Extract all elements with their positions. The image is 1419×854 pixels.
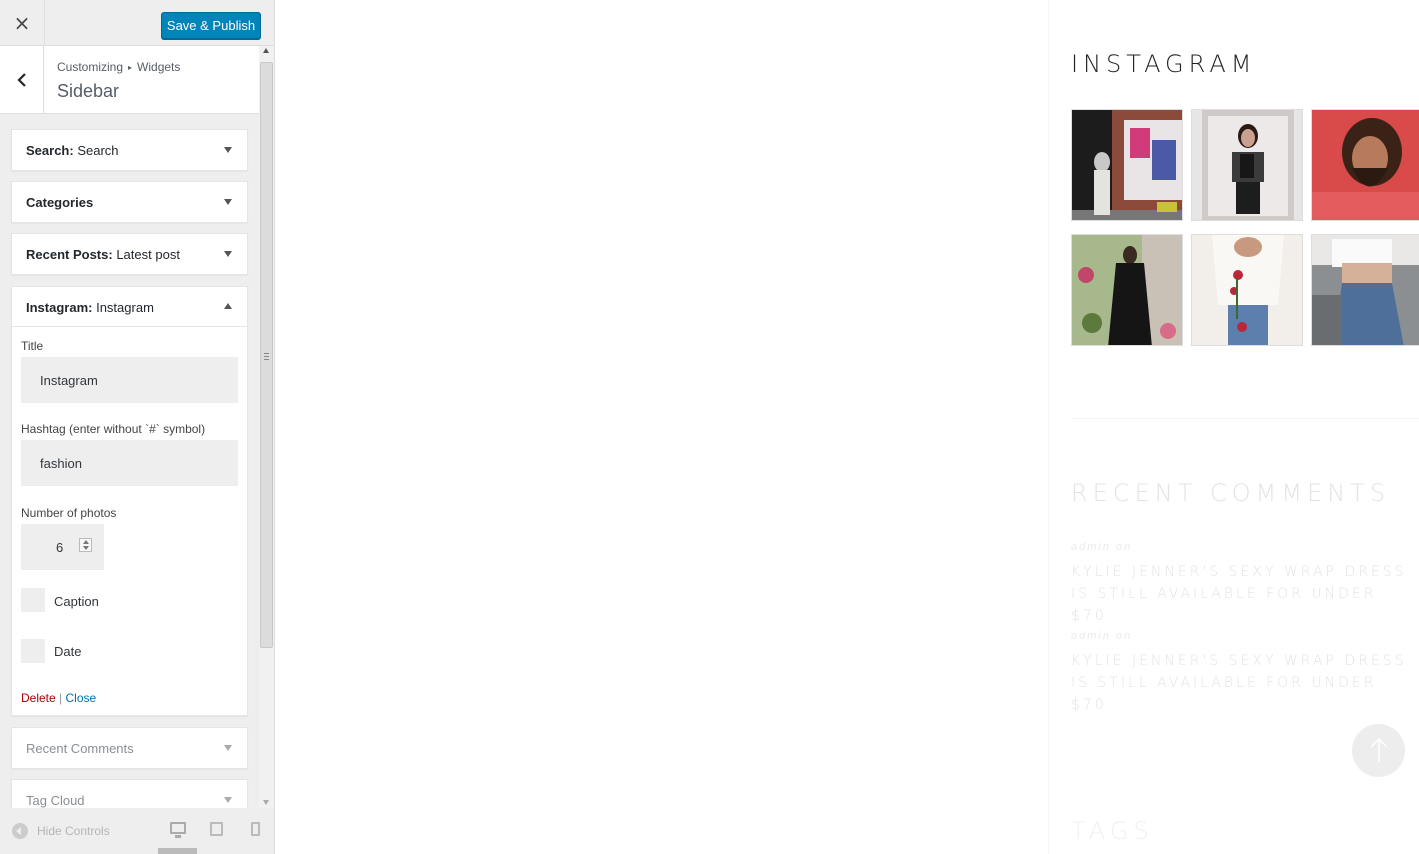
widget-categories-header[interactable]: Categories — [12, 182, 247, 222]
comment-link[interactable]: KYLIE JENNER'S SEXY WRAP DRESS IS STILL … — [1071, 650, 1411, 716]
chevron-left-icon — [16, 72, 26, 87]
hashtag-label: Hashtag (enter without `#` symbol) — [21, 422, 206, 436]
hide-controls-button[interactable]: Hide Controls — [37, 824, 110, 838]
tags-title: TAGS — [1071, 817, 1154, 845]
caption-checkbox[interactable] — [21, 588, 45, 612]
widget-recent-posts-header[interactable]: Recent Posts: Latest post — [12, 234, 247, 274]
widget-type: Instagram: — [26, 300, 93, 315]
collapse-arrow-icon[interactable] — [224, 303, 232, 309]
number-stepper[interactable] — [79, 538, 92, 552]
instagram-photo-1[interactable] — [1071, 109, 1183, 221]
widget-type: Recent Posts: — [26, 247, 113, 262]
widget-instagram: Instagram: Instagram Title Hashtag (ente… — [11, 286, 248, 716]
instagram-photo-3[interactable] — [1311, 109, 1419, 221]
instagram-photo-5[interactable] — [1191, 234, 1303, 346]
breadcrumb-widgets: Widgets — [137, 60, 181, 74]
arrow-up-icon — [1370, 737, 1388, 762]
widget-type: Tag Cloud — [26, 793, 85, 808]
photos-number-value: 6 — [56, 540, 64, 555]
sidebar-divider — [1048, 0, 1049, 854]
customizer-header: × Save & Publish — [0, 0, 274, 46]
widget-name: Instagram — [96, 300, 154, 315]
widget-categories: Categories — [11, 181, 248, 223]
widget-recent-posts: Recent Posts: Latest post — [11, 233, 248, 275]
mobile-icon[interactable] — [251, 822, 260, 836]
widget-recent-comments-header[interactable]: Recent Comments — [12, 728, 247, 768]
comment-link[interactable]: KYLIE JENNER'S SEXY WRAP DRESS IS STILL … — [1071, 561, 1411, 627]
widget-search-header[interactable]: Search: Search — [12, 130, 247, 170]
back-to-top-button[interactable] — [1352, 724, 1405, 777]
widget-section-scroll: Customizing ▸ Widgets Sidebar Search: Sear… — [0, 46, 259, 816]
scrollbar[interactable] — [259, 46, 274, 808]
expand-arrow-icon[interactable] — [224, 147, 232, 153]
widget-type: Categories — [26, 195, 94, 210]
widget-search: Search: Search — [11, 129, 248, 171]
date-checkbox[interactable] — [21, 639, 45, 663]
close-customizer-button[interactable]: × — [0, 0, 45, 46]
widget-type: Search: — [26, 143, 74, 158]
close-icon: × — [13, 11, 31, 35]
section-title: Sidebar — [57, 81, 120, 101]
instagram-photo-2[interactable] — [1191, 109, 1303, 221]
instagram-photo-4[interactable] — [1071, 234, 1183, 346]
site-preview: INSTAGRAM RECENT COMMENTS admin on KYLIE… — [275, 0, 1419, 854]
widget-recent-comments: Recent Comments — [11, 727, 248, 769]
widget-type: Recent Comments — [26, 741, 134, 756]
sidebar-separator — [1071, 418, 1419, 419]
customizer-footer: Hide Controls — [0, 808, 274, 854]
widget-name: Search — [77, 143, 119, 158]
section-header: Customizing ▸ Widgets Sidebar — [0, 46, 259, 114]
close-link[interactable]: Close — [66, 691, 97, 705]
widget-name: Latest post — [116, 247, 180, 262]
expand-arrow-icon[interactable] — [224, 745, 232, 751]
hashtag-input[interactable] — [21, 440, 238, 486]
tablet-icon[interactable] — [210, 822, 223, 836]
caption-label: Caption — [54, 594, 99, 609]
expand-arrow-icon[interactable] — [224, 199, 232, 205]
title-label: Title — [21, 339, 44, 353]
scrollbar-thumb[interactable] — [260, 62, 273, 648]
expand-arrow-icon[interactable] — [224, 251, 232, 257]
photos-number-input[interactable]: 6 — [21, 524, 104, 570]
delete-link[interactable]: Delete — [21, 691, 56, 705]
instagram-photo-6[interactable] — [1311, 234, 1419, 346]
instagram-widget-title: INSTAGRAM — [1071, 50, 1257, 78]
widget-instagram-header[interactable]: Instagram: Instagram — [12, 287, 247, 327]
collapse-sidebar-icon[interactable] — [12, 823, 28, 839]
grip-icon — [264, 353, 269, 360]
action-separator: | — [59, 691, 63, 705]
breadcrumb-customizing: Customizing — [57, 60, 124, 74]
desktop-icon[interactable] — [170, 822, 186, 838]
title-input[interactable] — [21, 357, 238, 403]
back-button[interactable] — [0, 46, 44, 113]
save-publish-button[interactable]: Save & Publish — [161, 12, 261, 39]
expand-arrow-icon[interactable] — [224, 797, 232, 803]
breadcrumb: Customizing ▸ Widgets — [57, 60, 180, 74]
recent-comments-title: RECENT COMMENTS — [1071, 479, 1391, 507]
active-device-indicator — [158, 848, 197, 854]
scroll-down-arrow-icon[interactable] — [263, 800, 269, 805]
date-label: Date — [54, 644, 82, 659]
comment-meta: admin on — [1071, 541, 1133, 553]
widget-actions: Delete | Close — [21, 691, 96, 705]
breadcrumb-separator-icon: ▸ — [128, 63, 133, 72]
comment-meta: admin on — [1071, 630, 1133, 642]
scroll-up-arrow-icon[interactable] — [263, 48, 269, 53]
customizer-panel: × Save & Publish Customizing ▸ Widgets Sid… — [0, 0, 275, 854]
photos-label: Number of photos — [21, 506, 117, 520]
